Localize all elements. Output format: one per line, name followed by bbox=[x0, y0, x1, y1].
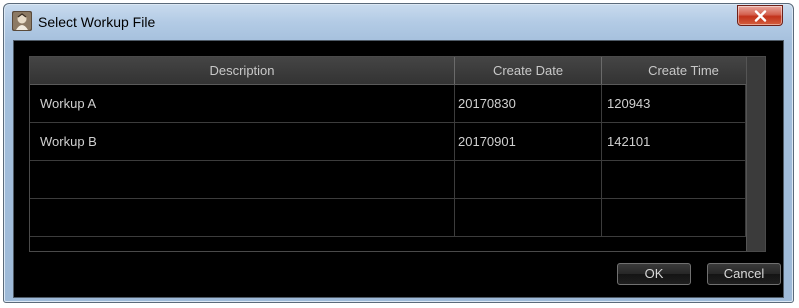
table-row[interactable] bbox=[30, 161, 746, 199]
create-date-cell: 20170901 bbox=[455, 123, 602, 160]
create-time-cell bbox=[602, 199, 746, 236]
create-date-cell bbox=[455, 161, 602, 198]
table-body: Workup A 20170830 120943 Workup B 201709… bbox=[30, 85, 746, 237]
table-row[interactable] bbox=[30, 199, 746, 237]
cancel-button[interactable]: Cancel bbox=[707, 263, 781, 285]
create-date-cell bbox=[455, 199, 602, 236]
workup-table: Description Create Date Create Time Work… bbox=[29, 56, 766, 252]
close-button[interactable] bbox=[737, 5, 783, 26]
column-header-description[interactable]: Description bbox=[30, 57, 455, 84]
description-cell: Workup A bbox=[30, 85, 455, 122]
description-cell: Workup B bbox=[30, 123, 455, 160]
dialog-title: Select Workup File bbox=[38, 14, 156, 30]
create-time-cell: 120943 bbox=[602, 85, 746, 122]
app-icon bbox=[12, 11, 32, 31]
description-cell bbox=[30, 199, 455, 236]
ok-button[interactable]: OK bbox=[617, 263, 691, 285]
dialog-body: Description Create Date Create Time Work… bbox=[13, 40, 784, 298]
table-header: Description Create Date Create Time bbox=[30, 57, 765, 85]
dialog-window: Select Workup File Description Create Da… bbox=[3, 3, 794, 303]
column-header-create-time[interactable]: Create Time bbox=[602, 57, 765, 84]
column-header-create-date[interactable]: Create Date bbox=[455, 57, 602, 84]
description-cell bbox=[30, 161, 455, 198]
create-time-cell: 142101 bbox=[602, 123, 746, 160]
close-icon bbox=[754, 10, 767, 22]
table-row[interactable]: Workup A 20170830 120943 bbox=[30, 85, 746, 123]
title-bar[interactable]: Select Workup File bbox=[4, 4, 793, 40]
create-time-cell bbox=[602, 161, 746, 198]
table-row[interactable]: Workup B 20170901 142101 bbox=[30, 123, 746, 161]
vertical-scrollbar[interactable] bbox=[746, 57, 765, 251]
create-date-cell: 20170830 bbox=[455, 85, 602, 122]
